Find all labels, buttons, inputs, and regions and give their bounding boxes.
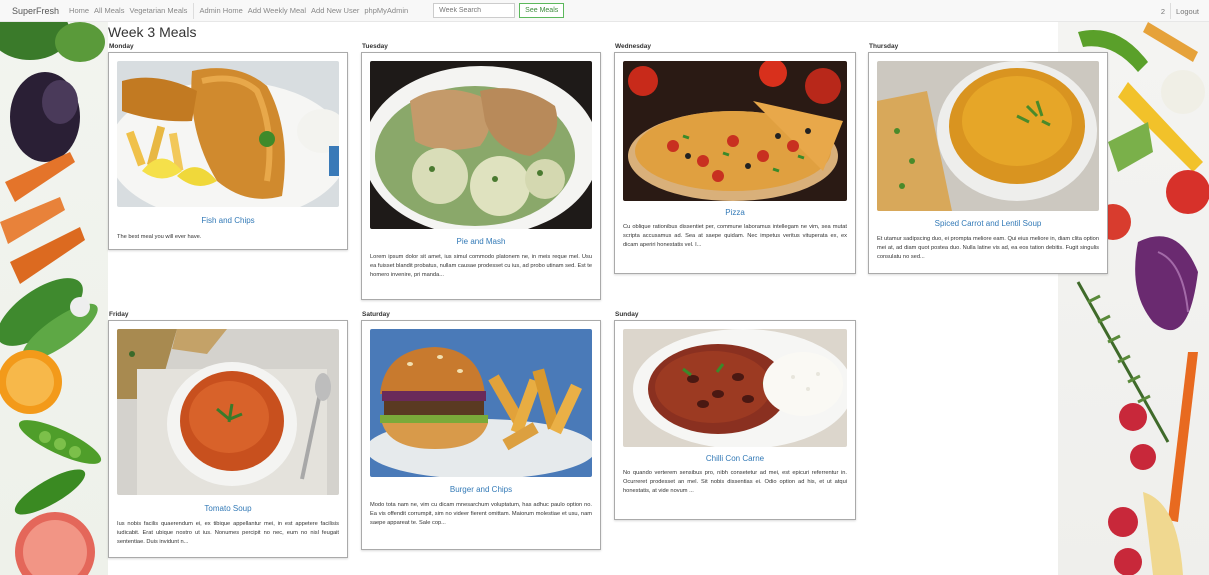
- meal-description-monday: The best meal you will ever have.: [117, 234, 202, 240]
- meal-card-sunday[interactable]: Chilli Con Carne No quando verterem sens…: [614, 320, 856, 520]
- see-meals-button[interactable]: See Meals: [519, 3, 565, 18]
- meal-description-wednesday: Cu oblique rationibus dissentiet per, co…: [623, 224, 847, 248]
- nav-add-weekly-meal[interactable]: Add Weekly Meal: [248, 6, 306, 15]
- nav-add-new-user[interactable]: Add New User: [311, 6, 359, 15]
- nav-divider: [193, 2, 195, 19]
- burger-and-chips-image[interactable]: [370, 329, 592, 477]
- meal-card-tuesday[interactable]: Pie and Mash Lorem ipsum dolor sit amet,…: [361, 52, 601, 300]
- navbar: SuperFresh Home All Meals Vegetarian Mea…: [0, 0, 1209, 22]
- nav-all-meals[interactable]: All Meals: [94, 6, 124, 15]
- meal-title-thursday[interactable]: Spiced Carrot and Lentil Soup: [873, 219, 1103, 228]
- logout-link[interactable]: Logout: [1176, 7, 1199, 16]
- meal-card-saturday[interactable]: Burger and Chips Modo tota nam ne, vim c…: [361, 320, 601, 550]
- day-label-monday: Monday: [109, 43, 134, 50]
- meal-description-tuesday: Lorem ipsum dolor sit amet, ius simul co…: [370, 254, 592, 278]
- fish-and-chips-image[interactable]: [117, 61, 339, 207]
- day-label-saturday: Saturday: [362, 311, 390, 318]
- page-title: Week 3 Meals: [108, 24, 197, 40]
- meal-card-wednesday[interactable]: Pizza Cu oblique rationibus dissentiet p…: [614, 52, 856, 274]
- meal-description-friday: Ius nobis facilis quaerendum ei, ex tibi…: [117, 521, 339, 545]
- left-vegetable-background: [0, 22, 110, 575]
- day-label-thursday: Thursday: [869, 43, 899, 50]
- tomato-soup-image[interactable]: [117, 329, 339, 495]
- pizza-image[interactable]: [623, 61, 847, 201]
- meal-description-thursday: Et utamur sadipscing duo, ei prompta mel…: [877, 236, 1099, 260]
- nav-phpmyadmin[interactable]: phpMyAdmin: [364, 6, 408, 15]
- pie-and-mash-image[interactable]: [370, 61, 592, 229]
- day-label-friday: Friday: [109, 311, 129, 318]
- meal-title-wednesday[interactable]: Pizza: [619, 208, 851, 217]
- week-search-input[interactable]: [433, 3, 516, 18]
- meal-title-sunday[interactable]: Chilli Con Carne: [619, 454, 851, 463]
- nav-vegetarian-meals[interactable]: Vegetarian Meals: [129, 6, 187, 15]
- meal-description-sunday: No quando verterem sensibus pro, nibh co…: [623, 470, 847, 494]
- nav-divider-right: [1170, 3, 1172, 19]
- brand-logo[interactable]: SuperFresh: [12, 6, 59, 16]
- day-label-sunday: Sunday: [615, 311, 639, 318]
- nav-admin-home[interactable]: Admin Home: [199, 6, 242, 15]
- day-label-tuesday: Tuesday: [362, 43, 388, 50]
- nav-right-group: 2 Logout: [1161, 0, 1199, 22]
- chilli-con-carne-image[interactable]: [623, 329, 847, 447]
- spiced-carrot-and-lentil-soup-image[interactable]: [877, 61, 1099, 211]
- user-number[interactable]: 2: [1161, 7, 1165, 16]
- nav-home[interactable]: Home: [69, 6, 89, 15]
- meal-card-thursday[interactable]: Spiced Carrot and Lentil Soup Et utamur …: [868, 52, 1108, 274]
- day-label-wednesday: Wednesday: [615, 43, 652, 50]
- meal-title-friday[interactable]: Tomato Soup: [113, 504, 343, 513]
- meal-card-monday[interactable]: Fish and Chips The best meal you will ev…: [108, 52, 348, 250]
- meal-title-saturday[interactable]: Burger and Chips: [366, 485, 596, 494]
- meal-card-friday[interactable]: Tomato Soup Ius nobis facilis quaerendum…: [108, 320, 348, 558]
- meal-description-saturday: Modo tota nam ne, vim cu dicam mnesarchu…: [370, 502, 592, 526]
- meal-title-tuesday[interactable]: Pie and Mash: [366, 237, 596, 246]
- meal-title-monday[interactable]: Fish and Chips: [113, 216, 343, 225]
